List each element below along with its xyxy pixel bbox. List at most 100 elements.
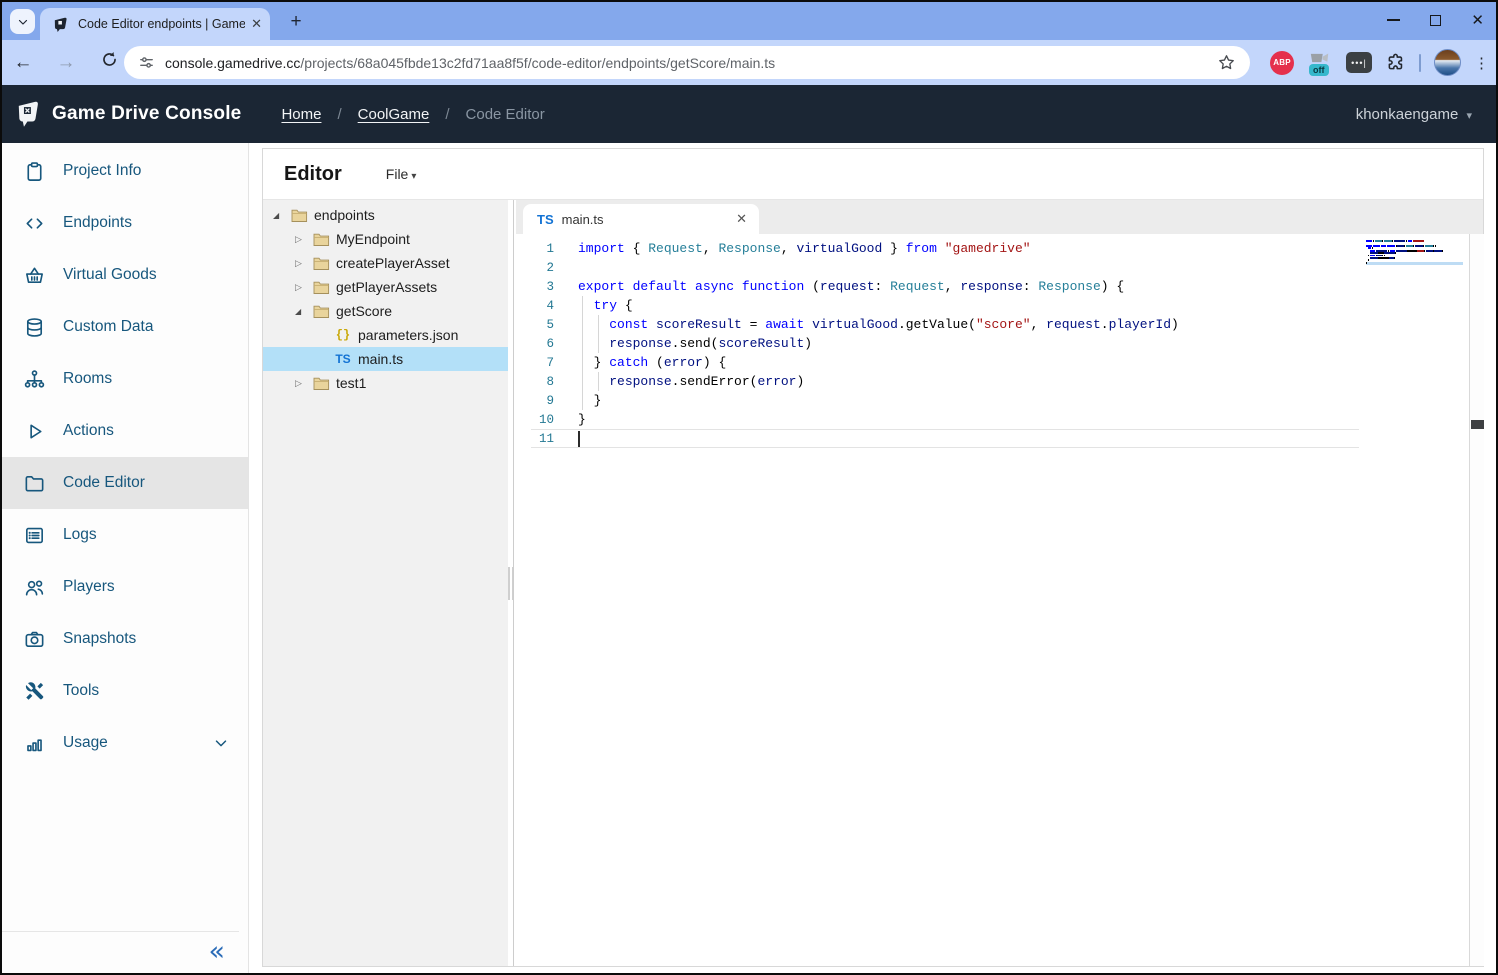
app-logo-icon — [14, 99, 42, 129]
toolbar-extension-icon[interactable]: •••| — [1346, 52, 1372, 73]
tree-item-endpoints[interactable]: ◢ endpoints — [263, 203, 508, 227]
chevron-down-icon: ▾ — [411, 171, 416, 182]
list-icon — [22, 523, 46, 547]
expanded-arrow-icon[interactable]: ◢ — [295, 307, 311, 316]
tree-item-test1[interactable]: ▷test1 — [263, 371, 508, 395]
editor-panel: Editor File▾ ◢endpoints▷MyEndpoint▷creat… — [262, 148, 1484, 967]
tab-close-icon[interactable]: ✕ — [251, 16, 262, 32]
editor-scrollbar[interactable] — [1469, 234, 1484, 966]
panel-title: Editor — [284, 163, 342, 186]
extensions-puzzle-icon[interactable] — [1385, 52, 1406, 73]
tree-item-parameters-json[interactable]: {} parameters.json — [263, 323, 508, 347]
editor-tab-main-ts[interactable]: TS main.ts ✕ — [523, 204, 759, 234]
sidebar-item-label: Rooms — [63, 370, 112, 388]
tab-search-button[interactable] — [10, 9, 35, 34]
sidebar-item-label: Actions — [63, 422, 114, 440]
scrollbar-thumb[interactable] — [1471, 420, 1484, 429]
toolbar-divider — [1419, 54, 1421, 72]
expanded-arrow-icon[interactable]: ◢ — [273, 211, 289, 220]
database-icon — [22, 315, 46, 339]
tree-item-getscore[interactable]: ◢ getScore — [263, 299, 508, 323]
sidebar-item-players[interactable]: Players — [0, 561, 248, 613]
user-menu[interactable]: khonkaengame ▾ — [1356, 106, 1472, 123]
sidebar-item-logs[interactable]: Logs — [0, 509, 248, 561]
adblock-extension-icon[interactable]: ABP — [1270, 51, 1294, 75]
username: khonkaengame — [1356, 106, 1459, 123]
chevron-down-icon[interactable] — [212, 734, 230, 752]
sidebar-item-custom-data[interactable]: Custom Data — [0, 301, 248, 353]
reload-icon — [100, 50, 119, 69]
sidebar-collapse-button[interactable]: « — [208, 938, 225, 965]
url-bar[interactable]: console.gamedrive.cc/projects/68a045fbde… — [124, 46, 1250, 79]
minimize-button[interactable] — [1387, 19, 1400, 21]
minimap[interactable] — [1366, 238, 1463, 264]
new-tab-button[interactable]: + — [283, 9, 309, 35]
code-line-10: 10} — [516, 410, 1179, 429]
splitter-handle[interactable] — [508, 567, 510, 600]
maximize-button[interactable] — [1430, 15, 1441, 26]
site-settings-icon[interactable] — [138, 54, 155, 71]
collapsed-arrow-icon[interactable]: ▷ — [295, 378, 311, 389]
url-path: /projects/68a045fbde13c2fd71aa8f5f/code-… — [300, 55, 775, 71]
forward-button[interactable]: → — [55, 52, 77, 74]
sidebar-item-label: Usage — [63, 734, 108, 752]
editor-tabbar: TS main.ts ✕ — [516, 200, 1483, 234]
breadcrumb-home[interactable]: Home — [281, 106, 321, 123]
folder-icon — [22, 471, 46, 495]
sidebar-item-usage[interactable]: Usage — [0, 717, 248, 769]
sidebar-item-project-info[interactable]: Project Info — [0, 145, 248, 197]
tree-item-myendpoint[interactable]: ▷ MyEndpoint — [263, 227, 508, 251]
indent-guide — [598, 372, 599, 391]
tree-item-getplayerassets[interactable]: ▷getPlayerAssets — [263, 275, 508, 299]
panel-splitter[interactable] — [513, 200, 514, 966]
sidebar-item-code-editor[interactable]: Code Editor — [0, 457, 248, 509]
collapsed-arrow-icon[interactable]: ▷ — [295, 282, 311, 293]
collapsed-arrow-icon[interactable]: ▷ — [295, 234, 311, 245]
sidebar-item-tools[interactable]: Tools — [0, 665, 248, 717]
current-line-highlight — [531, 429, 1359, 448]
sitemap-icon — [22, 367, 46, 391]
back-button[interactable]: ← — [12, 52, 34, 74]
sidebar-item-actions[interactable]: Actions — [0, 405, 248, 457]
collapsed-arrow-icon[interactable]: ▷ — [295, 258, 311, 269]
tree-item-label: createPlayerAsset — [336, 255, 450, 271]
code-line-8: 8 response.sendError(error) — [516, 372, 1179, 391]
tab-close-icon[interactable]: ✕ — [736, 211, 747, 227]
profile-avatar[interactable] — [1434, 49, 1461, 76]
tab-name: main.ts — [562, 212, 736, 227]
line-number: 10 — [516, 411, 554, 430]
tree-item-label: getScore — [336, 303, 392, 319]
tab-title: Code Editor endpoints | GameD — [78, 17, 245, 31]
breadcrumb: Home/CoolGame/Code Editor — [281, 106, 544, 123]
sidebar-footer: « — [0, 931, 239, 975]
sidebar-item-label: Virtual Goods — [63, 266, 157, 284]
sidebar-item-rooms[interactable]: Rooms — [0, 353, 248, 405]
tree-item-label: parameters.json — [358, 327, 458, 343]
sidebar-item-label: Logs — [63, 526, 97, 544]
sidebar-item-endpoints[interactable]: Endpoints — [0, 197, 248, 249]
chevron-down-icon — [17, 16, 29, 28]
tree-item-createplayerasset[interactable]: ▷ createPlayerAsset — [263, 251, 508, 275]
json-icon: {} — [333, 328, 353, 342]
browser-tab[interactable]: Code Editor endpoints | GameD ✕ — [40, 8, 270, 40]
breadcrumb-coolgame[interactable]: CoolGame — [358, 106, 430, 123]
tree-item-main-ts[interactable]: TSmain.ts — [263, 347, 508, 371]
camera-off-extension-icon[interactable]: off — [1307, 50, 1333, 76]
gamedrive-favicon — [52, 16, 69, 33]
sidebar-item-snapshots[interactable]: Snapshots — [0, 613, 248, 665]
reload-button[interactable] — [98, 50, 120, 75]
code-line-3: 3export default async function (request:… — [516, 277, 1179, 296]
sidebar-item-virtual-goods[interactable]: Virtual Goods — [0, 249, 248, 301]
file-menu-button[interactable]: File▾ — [376, 161, 427, 187]
typescript-icon: TS — [537, 212, 554, 227]
camera-icon — [22, 627, 46, 651]
brand[interactable]: Game Drive Console — [14, 99, 241, 129]
tree-item-label: MyEndpoint — [336, 231, 410, 247]
browser-menu-icon[interactable]: ⋮ — [1474, 54, 1488, 72]
bookmark-star-icon[interactable] — [1217, 53, 1236, 72]
code-editor[interactable]: 1import { Request, Response, virtualGood… — [516, 234, 1467, 966]
code-line-2: 2 — [516, 258, 1179, 277]
code-line-5: 5 const scoreResult = await virtualGood.… — [516, 315, 1179, 334]
tree-item-label: endpoints — [314, 207, 375, 223]
window-close-button[interactable]: ✕ — [1471, 13, 1484, 28]
